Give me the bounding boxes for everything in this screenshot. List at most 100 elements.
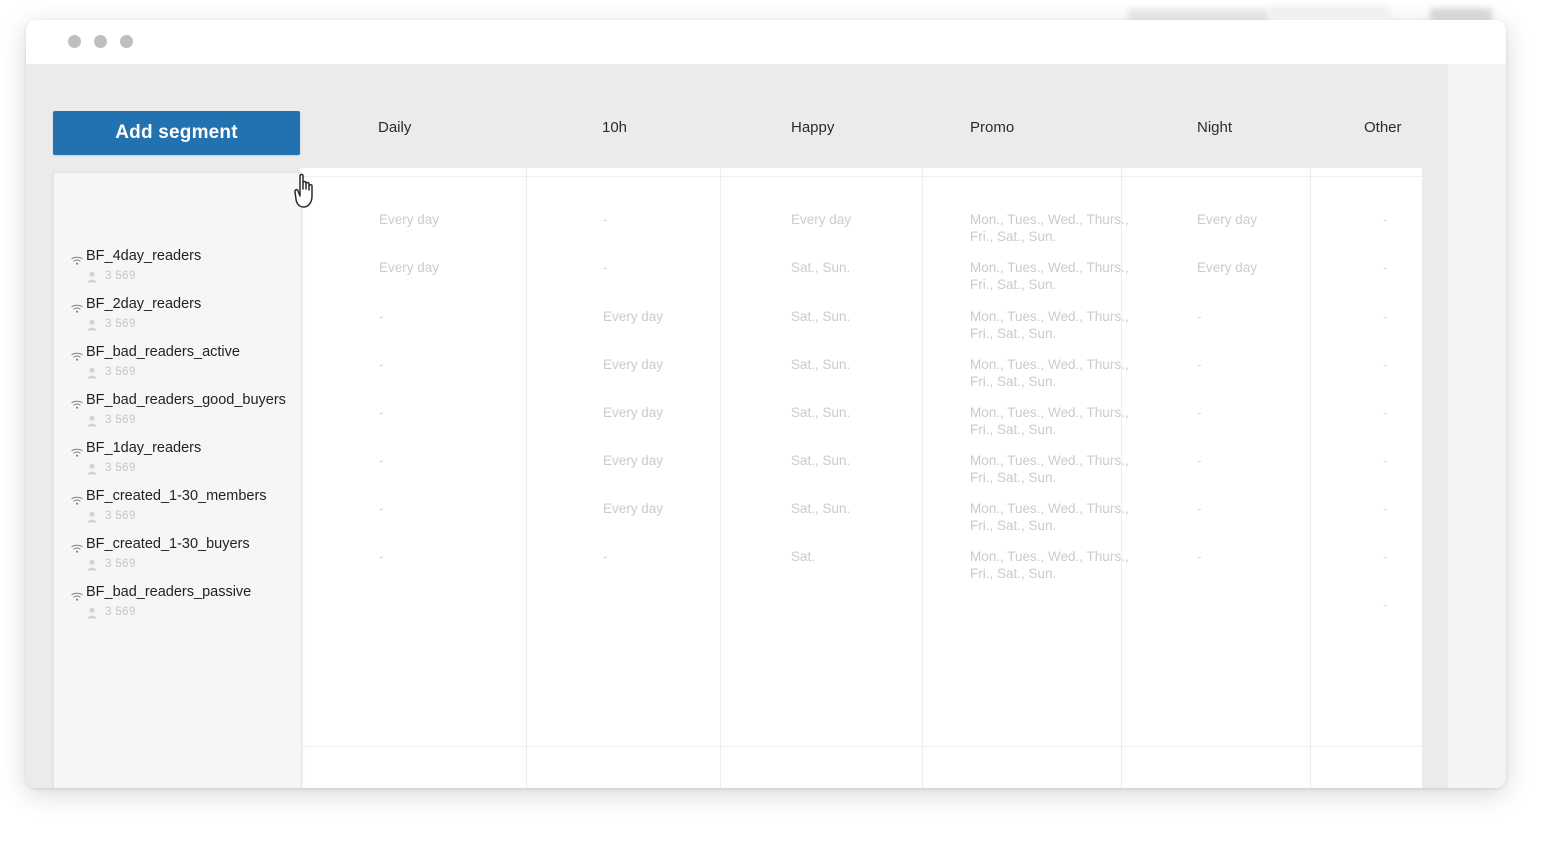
column-header-other[interactable]: Other xyxy=(1364,119,1402,136)
column-bottom-divider xyxy=(1122,746,1310,747)
column-header-10h[interactable]: 10h xyxy=(602,119,627,136)
table-cell[interactable]: Sat., Sun. xyxy=(791,452,850,469)
column-header-happy[interactable]: Happy xyxy=(791,119,834,136)
wifi-icon xyxy=(71,256,83,265)
table-cell[interactable]: Mon., Tues., Wed., Thurs., Fri., Sat., S… xyxy=(970,211,1130,246)
table-cell[interactable]: - xyxy=(379,356,384,373)
minimize-button-icon[interactable] xyxy=(94,35,107,48)
table-cell[interactable]: Every day xyxy=(603,404,663,421)
table-cell[interactable]: Mon., Tues., Wed., Thurs., Fri., Sat., S… xyxy=(970,548,1130,583)
table-cell[interactable]: Sat. xyxy=(791,548,815,565)
table-column-promo: Mon., Tues., Wed., Thurs., Fri., Sat., S… xyxy=(923,168,1129,788)
table-cell[interactable]: Mon., Tues., Wed., Thurs., Fri., Sat., S… xyxy=(970,452,1130,487)
table-cell[interactable]: - xyxy=(1197,452,1202,469)
column-top-divider xyxy=(923,176,1121,177)
column-bottom-divider xyxy=(923,746,1121,747)
segment-member-count: 3 569 xyxy=(105,270,136,282)
table-cell[interactable]: - xyxy=(1197,404,1202,421)
schedule-table: Every day Every day - - - - - - - - Every day Every… xyxy=(300,168,1422,788)
table-cell[interactable]: - xyxy=(379,404,384,421)
person-icon xyxy=(87,414,97,427)
table-cell[interactable]: - xyxy=(1383,211,1388,228)
table-cell[interactable]: - xyxy=(379,452,384,469)
table-cell[interactable]: - xyxy=(1383,452,1388,469)
column-bottom-divider xyxy=(1311,746,1422,747)
table-cell[interactable]: Sat., Sun. xyxy=(791,500,850,517)
table-cell[interactable]: - xyxy=(1383,259,1388,276)
wifi-icon xyxy=(71,396,83,409)
zoom-button-icon[interactable] xyxy=(120,35,133,48)
table-cell[interactable]: - xyxy=(603,548,608,565)
segment-name: BF_1day_readers xyxy=(86,440,202,456)
segment-member-count: 3 569 xyxy=(105,462,136,474)
person-icon xyxy=(87,318,97,331)
table-cell[interactable]: - xyxy=(603,211,608,228)
segment-member-count: 3 569 xyxy=(105,414,136,426)
column-bottom-divider xyxy=(300,746,526,747)
table-cell[interactable]: Every day xyxy=(603,452,663,469)
add-segment-button[interactable]: Add segment xyxy=(53,111,300,155)
table-cell[interactable]: Every day xyxy=(379,211,439,228)
segment-name: BF_created_1-30_buyers xyxy=(86,536,250,552)
column-top-divider xyxy=(527,176,720,177)
table-cell[interactable]: Every day xyxy=(379,259,439,276)
table-cell[interactable]: - xyxy=(1197,308,1202,325)
table-cell[interactable]: Mon., Tues., Wed., Thurs., Fri., Sat., S… xyxy=(970,500,1130,535)
column-header-daily[interactable]: Daily xyxy=(378,119,411,136)
wifi-icon xyxy=(71,300,83,313)
table-cell[interactable]: Sat., Sun. xyxy=(791,404,850,421)
table-cell[interactable]: - xyxy=(1197,548,1202,565)
table-cell[interactable]: Mon., Tues., Wed., Thurs., Fri., Sat., S… xyxy=(970,356,1130,391)
table-cell[interactable]: - xyxy=(1383,404,1388,421)
table-cell[interactable]: Every day xyxy=(603,356,663,373)
table-cell[interactable]: Every day xyxy=(791,211,851,228)
wifi-icon xyxy=(71,592,83,601)
wifi-icon xyxy=(71,492,83,505)
person-icon xyxy=(87,606,97,619)
column-header-promo[interactable]: Promo xyxy=(970,119,1014,136)
table-cell[interactable]: Every day xyxy=(1197,211,1257,228)
table-column-daily: Every day Every day - - - - - - xyxy=(300,168,527,788)
wifi-icon xyxy=(71,400,83,409)
segment-list-panel[interactable]: BF_4day_readers 3 569 BF_2day_readers 3 569… xyxy=(53,172,302,788)
table-cell[interactable]: Sat., Sun. xyxy=(791,356,850,373)
table-cell[interactable]: Mon., Tues., Wed., Thurs., Fri., Sat., S… xyxy=(970,259,1130,294)
table-cell[interactable]: - xyxy=(603,259,608,276)
close-button-icon[interactable] xyxy=(68,35,81,48)
person-icon xyxy=(87,462,97,475)
person-icon xyxy=(87,366,97,379)
table-cell[interactable]: Mon., Tues., Wed., Thurs., Fri., Sat., S… xyxy=(970,404,1130,439)
table-cell[interactable]: - xyxy=(1383,500,1388,517)
table-cell[interactable]: - xyxy=(1383,308,1388,325)
table-column-happy: Every day Sat., Sun. Sat., Sun. Sat., Sun. S… xyxy=(721,168,923,788)
person-icon xyxy=(87,271,97,283)
table-cell[interactable]: - xyxy=(1383,596,1388,613)
table-cell[interactable]: - xyxy=(379,308,384,325)
wifi-icon xyxy=(71,496,83,505)
person-icon xyxy=(87,270,97,283)
wifi-icon xyxy=(71,252,83,265)
background-artifact xyxy=(1270,6,1390,16)
table-cell[interactable]: Every day xyxy=(1197,259,1257,276)
table-cell[interactable]: Sat., Sun. xyxy=(791,259,850,276)
column-header-night[interactable]: Night xyxy=(1197,119,1232,136)
table-cell[interactable]: - xyxy=(379,500,384,517)
table-column-other: - - - - - - - - - xyxy=(1311,168,1422,788)
table-cell[interactable]: Every day xyxy=(603,500,663,517)
window-titlebar xyxy=(26,20,1506,65)
wifi-icon xyxy=(71,588,83,601)
table-cell[interactable]: Mon., Tues., Wed., Thurs., Fri., Sat., S… xyxy=(970,308,1130,343)
table-cell[interactable]: Sat., Sun. xyxy=(791,308,850,325)
table-cell[interactable]: - xyxy=(379,548,384,565)
table-cell[interactable]: - xyxy=(1197,356,1202,373)
segment-name: BF_bad_readers_active xyxy=(86,344,240,360)
table-cell[interactable]: - xyxy=(1383,548,1388,565)
person-icon xyxy=(87,415,97,427)
person-icon xyxy=(87,511,97,523)
person-icon xyxy=(87,607,97,619)
table-cell[interactable]: - xyxy=(1383,356,1388,373)
column-top-divider xyxy=(721,176,922,177)
table-right-gutter xyxy=(1422,168,1448,788)
table-cell[interactable]: Every day xyxy=(603,308,663,325)
table-cell[interactable]: - xyxy=(1197,500,1202,517)
